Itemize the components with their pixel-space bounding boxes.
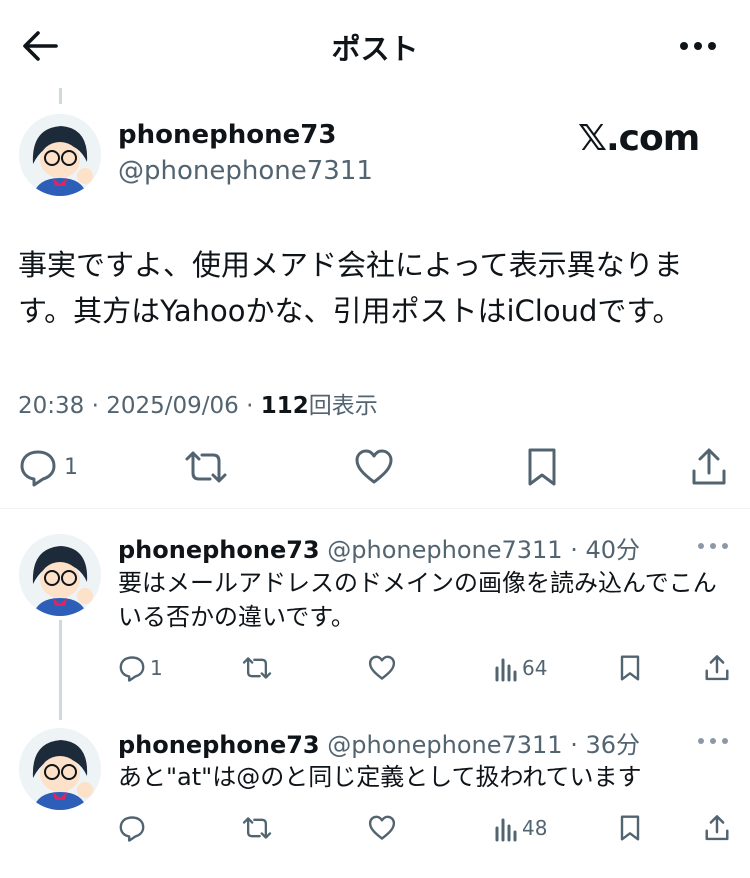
bookmark-icon [620,815,640,841]
share-button[interactable] [690,447,728,487]
views-count: 112 [260,393,309,419]
avatar-character-image [19,534,101,616]
repost-icon [242,817,272,839]
like-button[interactable] [368,654,396,682]
heart-icon [368,655,396,680]
post-action-bar: 1 [0,444,750,490]
avatar[interactable] [19,728,101,810]
reply-header: phonephone73 @phonephone7311 · 40分 [118,530,640,565]
reply-action-bar: 1 64 [0,652,750,684]
avatar-character-image [19,728,101,810]
reply-age[interactable]: · 36分 [570,731,640,759]
top-bar: ポスト [0,0,750,92]
like-button[interactable] [354,447,394,487]
more-horizontal-icon [680,42,716,50]
bookmark-button[interactable] [524,447,560,487]
bookmark-icon [620,655,640,681]
reply-count: 1 [150,656,163,680]
more-options-button[interactable] [676,28,720,64]
reply-icon [119,656,145,682]
views-label: 回表示 [308,393,378,419]
repost-button[interactable] [242,654,272,682]
repost-icon [185,451,227,483]
reply-more-button[interactable] [696,731,730,751]
reply-header: phonephone73 @phonephone7311 · 36分 [118,725,640,760]
reply-action-bar: 48 [0,812,750,844]
share-button[interactable] [704,814,730,842]
bookmark-icon [528,448,556,486]
bookmark-button[interactable] [618,814,642,842]
share-icon [692,448,726,485]
reply-author-name[interactable]: phonephone73 [118,731,320,759]
reply-more-button[interactable] [696,536,730,556]
views-button[interactable]: 64 [494,654,547,682]
share-icon [705,655,729,681]
reply-button[interactable]: 1 [118,654,163,682]
views-count: 48 [522,816,548,840]
post-metadata: 20:38 · 2025/09/06 · 112回表示 [18,386,378,420]
avatar-character-image [19,114,101,196]
reply-age[interactable]: · 40分 [570,536,640,564]
x-com-brand-mark: 𝕏.com [578,118,700,159]
reply-author-handle[interactable]: @phonephone7311 [327,731,562,759]
views-count: 64 [522,656,548,680]
views-button[interactable]: 48 [494,814,547,842]
post-text: 事実ですよ、使用メアド会社によって表示異なります。其方はYahooかな、引用ポス… [18,248,683,328]
more-horizontal-icon [698,738,728,744]
author-display-name[interactable]: phonephone73 [118,120,336,150]
share-icon [705,815,729,841]
heart-icon [368,815,396,840]
post-time[interactable]: 20:38 [18,393,84,419]
reply-author-name[interactable]: phonephone73 [118,536,320,564]
thread-connector [59,88,62,104]
reply-button[interactable] [118,814,150,842]
bookmark-button[interactable] [618,654,642,682]
repost-button[interactable] [242,814,272,842]
heart-icon [355,449,393,484]
author-handle[interactable]: @phonephone7311 [118,156,373,186]
avatar[interactable] [19,534,101,616]
more-horizontal-icon [698,543,728,549]
page-title: ポスト [331,32,419,66]
reply-author-handle[interactable]: @phonephone7311 [327,536,562,564]
analytics-bars-icon [495,658,517,682]
reply-text: あと"at"は@のと同じ定義として扱われています [118,763,642,791]
analytics-bars-icon [495,818,517,842]
repost-icon [242,657,272,679]
avatar[interactable] [19,114,101,196]
reply-count: 1 [64,454,78,480]
section-divider [0,508,750,509]
repost-button[interactable] [184,447,228,487]
reply-icon [20,450,56,487]
meta-separator: · [91,393,99,419]
share-button[interactable] [704,654,730,682]
reply-text: 要はメールアドレスのドメインの画像を読み込んでこんいる否かの違いです。 [118,569,717,631]
meta-separator: · [246,393,254,419]
post-date[interactable]: 2025/09/06 [106,393,239,419]
like-button[interactable] [368,814,396,842]
reply-icon [119,816,145,842]
reply-button[interactable]: 1 [18,447,78,487]
